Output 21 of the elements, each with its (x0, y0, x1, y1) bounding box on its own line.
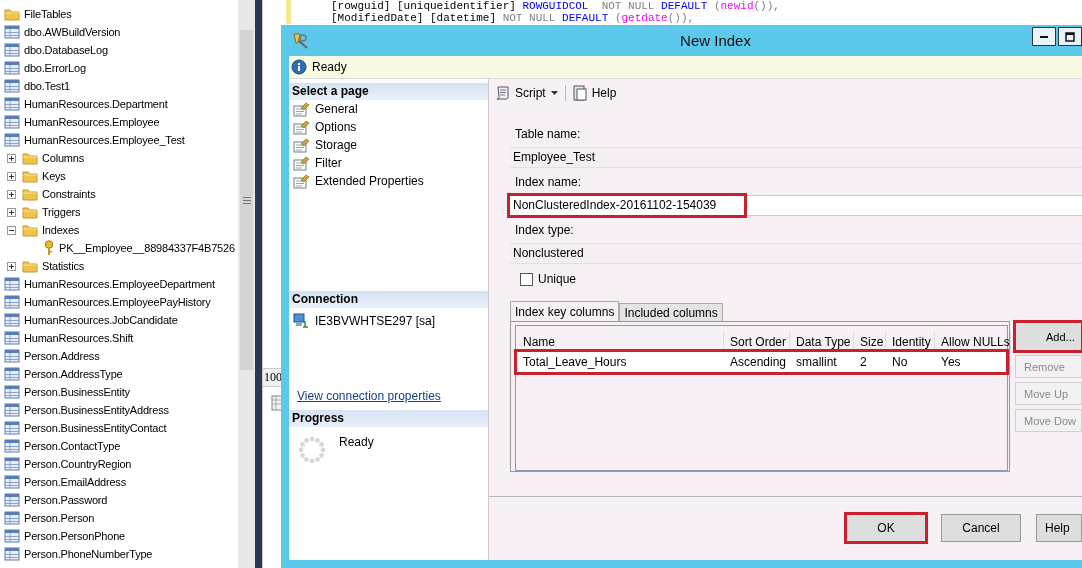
section-header: Progress (289, 410, 488, 427)
checkbox-label: Unique (538, 272, 577, 286)
section-header: Connection (289, 291, 488, 308)
field-label: Index name: (514, 174, 583, 191)
code-line: [rowguid] [uniqueidentifier] ROWGUIDCOL NOT NULL DEFAULT (newid()), (331, 0, 780, 12)
value-field: Employee_Test (510, 147, 1082, 168)
table-cell-text: No (891, 355, 909, 369)
table-cell-text: smallint (795, 355, 838, 369)
field-label: Index type: (514, 222, 575, 239)
connection-name: IE3BVWHTSE297 [sa] (315, 314, 436, 328)
section-header: Select a page (289, 83, 488, 100)
progress-status: Ready (339, 435, 374, 449)
status-text: Ready (312, 60, 347, 74)
table-cell-text: Ascending (729, 355, 788, 369)
table-cell-text: Total_Leave_Hours (522, 355, 628, 369)
window-title: New Index (679, 32, 752, 49)
value-field: Nonclustered (510, 243, 1082, 264)
table-cell-text: 2 (859, 355, 868, 369)
code-line: [ModifiedDate] [datetime] NOT NULL DEFAULT (getdate()), (331, 12, 696, 24)
table-cell-text: Yes (940, 355, 962, 369)
field-label: Table name: (514, 126, 582, 143)
